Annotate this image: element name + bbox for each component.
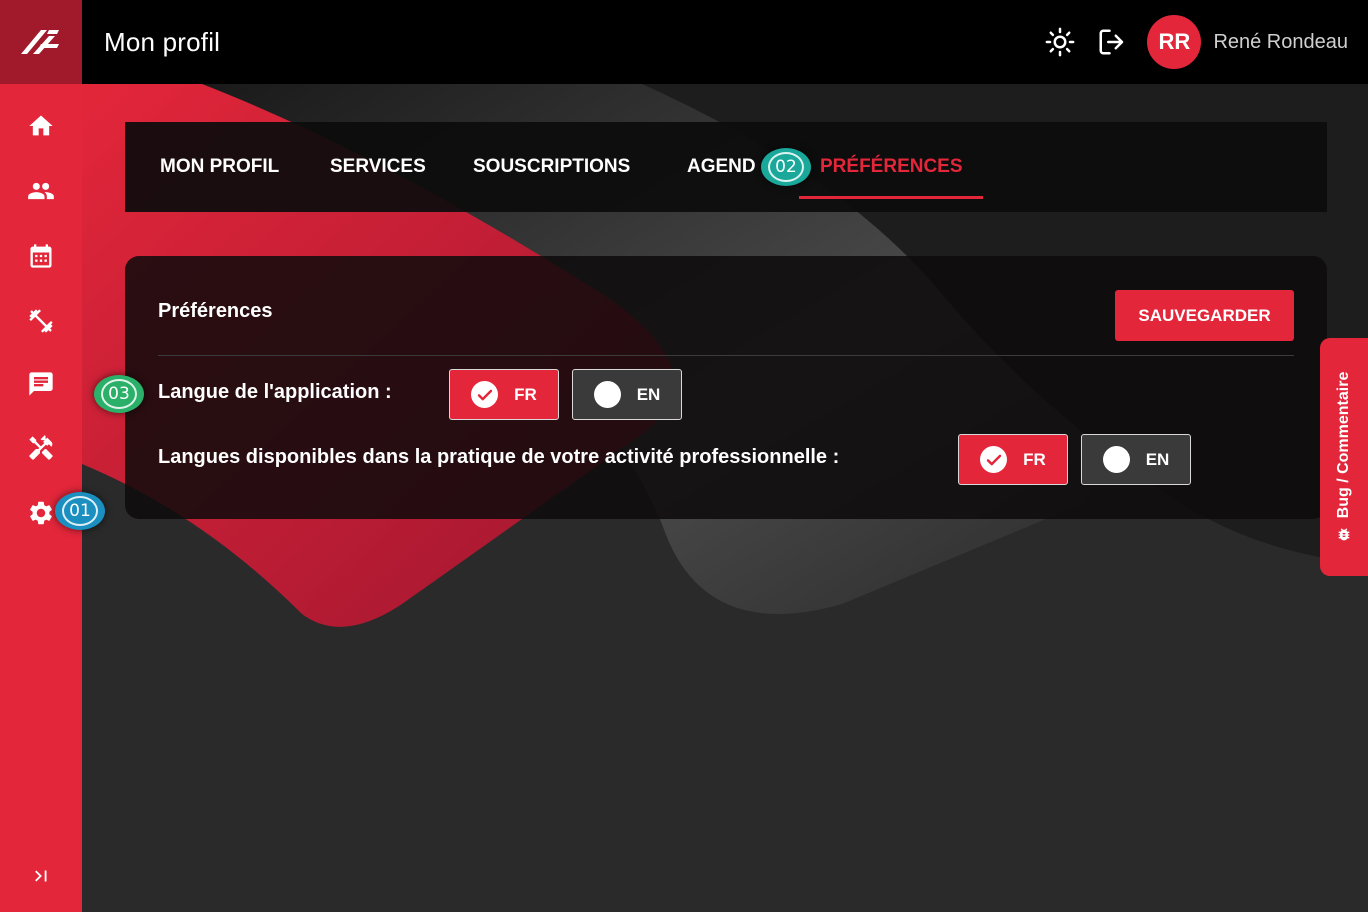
- bug-report-tab[interactable]: Bug / Commentaire: [1320, 338, 1368, 576]
- step-marker-01: 01: [55, 492, 105, 530]
- tab-mon-profil[interactable]: MON PROFIL: [160, 122, 279, 212]
- option-label: FR: [1023, 449, 1046, 469]
- avatar[interactable]: RR: [1147, 15, 1202, 69]
- section-title: Préférences: [158, 300, 273, 322]
- check-icon: [980, 446, 1008, 473]
- step-marker-03: 03: [94, 375, 144, 413]
- preferences-card: Préférences SAUVEGARDER Langue de l'appl…: [125, 256, 1327, 519]
- users-icon: [28, 182, 54, 200]
- sidebar: [0, 0, 82, 912]
- radio-icon: [593, 381, 621, 408]
- chat-icon: [29, 372, 53, 396]
- expand-icon: [35, 870, 47, 882]
- available-languages-label: Langues disponibles dans la pratique de …: [158, 446, 840, 468]
- check-icon: [471, 381, 499, 408]
- sidebar-item-training[interactable]: [0, 297, 82, 345]
- app-language-en-option[interactable]: EN: [572, 369, 682, 420]
- option-label: EN: [636, 384, 661, 404]
- bug-icon: [1338, 528, 1350, 541]
- app-logo[interactable]: [0, 0, 82, 84]
- gear-icon: [30, 501, 52, 525]
- step-marker-02: 02: [761, 148, 811, 186]
- available-language-en-option[interactable]: EN: [1081, 434, 1191, 485]
- user-name[interactable]: René Rondeau: [1213, 31, 1348, 54]
- sidebar-expand-button[interactable]: [0, 852, 82, 900]
- radio-icon: [1102, 446, 1130, 473]
- sidebar-item-users[interactable]: [0, 167, 82, 215]
- step-marker-label: 02: [775, 157, 797, 177]
- sidebar-item-home[interactable]: [0, 102, 82, 150]
- sun-icon: [1046, 27, 1075, 57]
- logo-icon: [21, 30, 59, 54]
- bug-report-label: Bug / Commentaire: [1335, 371, 1352, 519]
- app-language-fr-option[interactable]: FR: [449, 369, 559, 420]
- option-label: FR: [514, 384, 537, 404]
- bug-report-label-group: Bug / Commentaire: [1335, 372, 1353, 543]
- app-language-label: Langue de l'application :: [158, 381, 392, 403]
- sidebar-item-tools[interactable]: [0, 424, 82, 472]
- top-bar-actions: RR René Rondeau: [1025, 15, 1348, 69]
- option-label: EN: [1145, 449, 1170, 469]
- available-language-fr-option[interactable]: FR: [958, 434, 1068, 485]
- sidebar-item-messages[interactable]: [0, 360, 82, 408]
- active-tab-indicator: [799, 196, 983, 199]
- dumbbell-icon: [29, 309, 53, 333]
- page-title: Mon profil: [104, 26, 221, 57]
- step-marker-label: 03: [108, 384, 130, 404]
- save-button[interactable]: SAUVEGARDER: [1115, 290, 1294, 341]
- tab-souscriptions[interactable]: SOUSCRIPTIONS: [473, 122, 630, 212]
- step-marker-label: 01: [69, 501, 91, 521]
- calendar-icon: [30, 244, 52, 268]
- sidebar-item-calendar[interactable]: [0, 232, 82, 280]
- tab-agenda[interactable]: AGEND: [687, 122, 756, 212]
- logout-button[interactable]: [1095, 25, 1129, 59]
- home-icon: [29, 115, 53, 136]
- theme-toggle-button[interactable]: [1043, 25, 1077, 59]
- tools-icon: [29, 435, 53, 460]
- profile-tabs: MON PROFIL SERVICES SOUSCRIPTIONS AGEND …: [125, 122, 1327, 212]
- tab-services[interactable]: SERVICES: [330, 122, 426, 212]
- logout-icon: [1099, 29, 1124, 55]
- divider: [158, 355, 1294, 356]
- top-bar: Mon profil RR René Rondeau: [82, 0, 1368, 84]
